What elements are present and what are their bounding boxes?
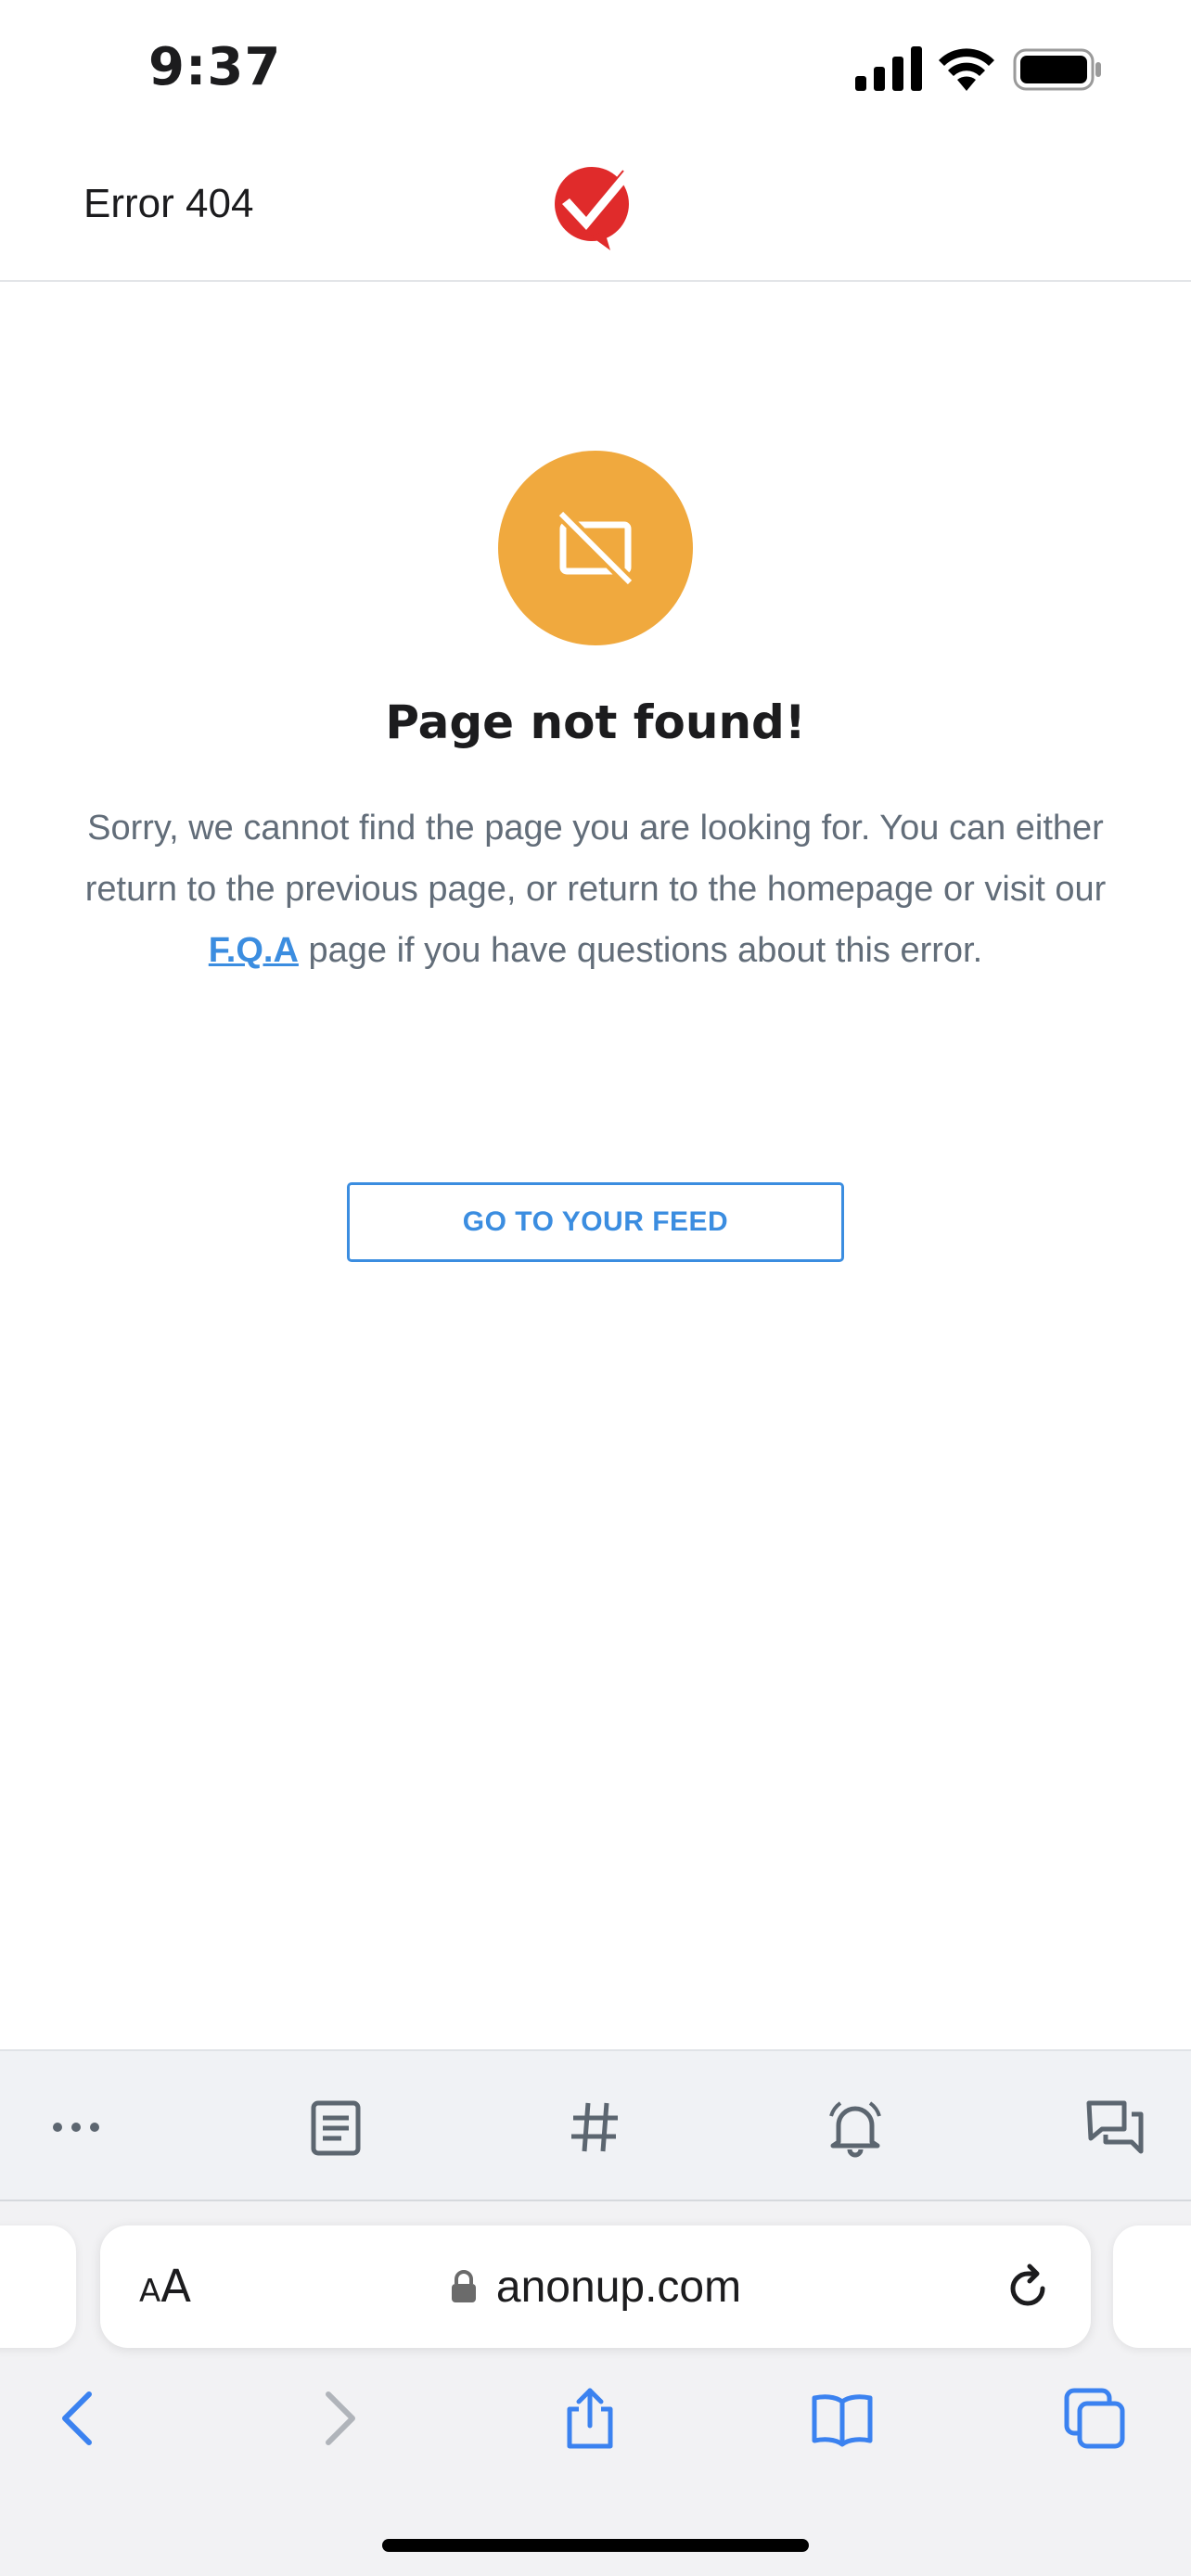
- hashtag-button[interactable]: [558, 2090, 633, 2164]
- hashtag-icon: [571, 2102, 618, 2152]
- app-header: Error 404: [0, 139, 1191, 282]
- previous-tab-preview[interactable]: [0, 2225, 76, 2348]
- share-icon: [567, 2388, 613, 2449]
- bookmarks-icon: [812, 2394, 873, 2447]
- image-off-icon: [498, 451, 693, 645]
- status-time: 9:37: [148, 37, 282, 97]
- cellular-signal-icon: [855, 46, 922, 91]
- tabs-icon: [1064, 2388, 1125, 2449]
- address-bar[interactable]: AA anonup.com: [100, 2225, 1091, 2348]
- anonup-logo-icon[interactable]: [553, 161, 636, 250]
- posts-button[interactable]: [299, 2090, 373, 2164]
- chat-icon: [1086, 2100, 1144, 2154]
- notifications-button[interactable]: [818, 2090, 892, 2164]
- forward-button[interactable]: [299, 2379, 377, 2457]
- tabs-button[interactable]: [1056, 2379, 1133, 2457]
- browser-bar: AA anonup.com: [0, 2201, 1191, 2576]
- url-area[interactable]: anonup.com: [100, 2225, 1091, 2348]
- more-icon: [53, 2123, 99, 2132]
- url-text: anonup.com: [495, 2262, 742, 2312]
- go-to-feed-button[interactable]: GO TO YOUR FEED: [347, 1182, 844, 1262]
- bookmarks-button[interactable]: [803, 2379, 881, 2457]
- battery-icon: [1013, 48, 1101, 91]
- bell-icon: [829, 2101, 881, 2158]
- error-message-part1: Sorry, we cannot find the page you are l…: [84, 809, 1107, 909]
- share-button[interactable]: [551, 2379, 629, 2457]
- messages-button[interactable]: [1078, 2090, 1152, 2164]
- next-tab-preview[interactable]: [1113, 2225, 1191, 2348]
- error-message-part2: page if you have questions about this er…: [298, 931, 983, 970]
- home-indicator[interactable]: [382, 2539, 809, 2552]
- document-icon: [311, 2100, 361, 2156]
- back-icon: [62, 2391, 92, 2445]
- reload-icon[interactable]: [1002, 2263, 1054, 2315]
- more-button[interactable]: [39, 2090, 113, 2164]
- forward-icon: [326, 2391, 355, 2445]
- wifi-icon: [939, 48, 994, 91]
- back-button[interactable]: [41, 2379, 119, 2457]
- page-title: Error 404: [83, 181, 254, 226]
- faq-link[interactable]: F.Q.A: [209, 931, 299, 970]
- error-message: Sorry, we cannot find the page you are l…: [83, 797, 1108, 981]
- lock-icon: [451, 2270, 476, 2302]
- status-bar: 9:37: [0, 0, 1191, 139]
- bottom-nav: [0, 2049, 1191, 2201]
- error-title: Page not found!: [385, 695, 806, 749]
